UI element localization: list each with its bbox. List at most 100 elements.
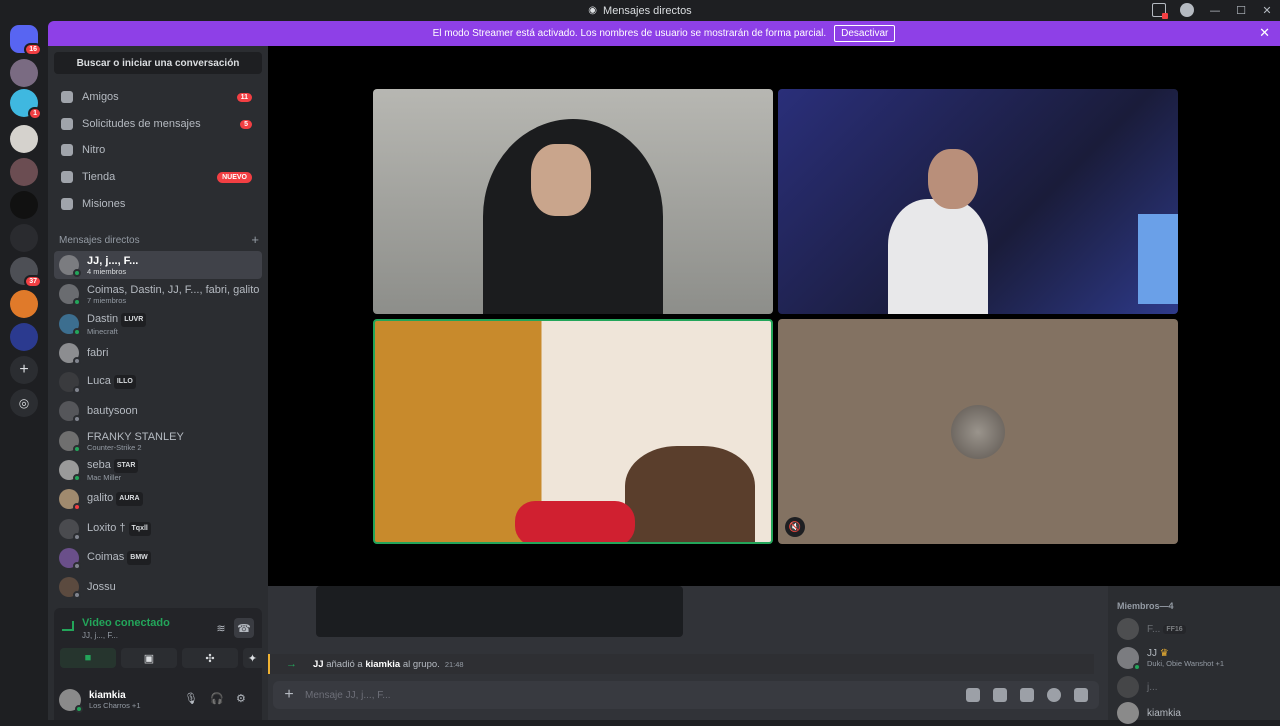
dm-name: Luca xyxy=(87,375,111,387)
dm-item[interactable]: seba STAR Mac Miller xyxy=(54,456,262,484)
minimize-button[interactable]: — xyxy=(1202,4,1228,17)
help-icon[interactable] xyxy=(1180,3,1194,17)
microphone-icon[interactable]: 🎙 xyxy=(184,692,198,705)
soundboard-button[interactable]: ✦ xyxy=(243,648,262,668)
server-icon[interactable] xyxy=(10,59,38,87)
voice-channel-name[interactable]: JJ, j..., F... xyxy=(82,631,118,640)
attach-plus-icon[interactable]: + xyxy=(273,686,305,704)
close-button[interactable]: ✕ xyxy=(1254,4,1280,17)
server-icon[interactable] xyxy=(10,125,38,153)
gif-icon[interactable] xyxy=(993,688,1007,702)
member-item[interactable]: j... xyxy=(1116,674,1276,700)
emoji-icon[interactable] xyxy=(1047,688,1061,702)
nav-shop[interactable]: Tienda NUEVO xyxy=(54,164,262,190)
message-composer[interactable]: + Mensaje JJ, j..., F... xyxy=(273,681,1099,709)
maximize-button[interactable]: ☐ xyxy=(1228,4,1254,17)
status-indicator xyxy=(73,298,81,306)
sticker-icon[interactable] xyxy=(1020,688,1034,702)
avatar xyxy=(59,460,81,482)
avatar xyxy=(59,343,81,365)
avatar xyxy=(59,284,81,306)
gift-icon[interactable] xyxy=(966,688,980,702)
create-dm-icon[interactable]: + xyxy=(251,233,259,246)
member-item[interactable]: F... FF16 xyxy=(1116,616,1276,642)
nav-friends[interactable]: Amigos 11 xyxy=(54,84,262,110)
server-icon[interactable] xyxy=(10,323,38,351)
headphones-icon[interactable]: 🎧 xyxy=(210,692,224,705)
streamer-mode-banner: El modo Streamer está activado. Los nomb… xyxy=(48,21,1280,46)
server-icon[interactable] xyxy=(10,191,38,219)
dm-item[interactable]: Jossu xyxy=(54,573,262,601)
requests-count-badge: 5 xyxy=(240,119,252,129)
video-tile[interactable] xyxy=(373,89,773,314)
avatar xyxy=(59,519,81,541)
dm-name: JJ, j..., F... xyxy=(87,254,139,267)
settings-gear-icon[interactable]: ⚙ xyxy=(236,692,246,705)
dm-item[interactable]: bautysoon xyxy=(54,397,262,425)
home-button[interactable]: 16 xyxy=(10,25,42,56)
video-tile[interactable] xyxy=(778,89,1178,314)
status-indicator xyxy=(73,269,81,277)
video-overlay-preview xyxy=(316,586,683,637)
dm-item[interactable]: Coimas, Dastin, JJ, F..., fabri, galito 7… xyxy=(54,280,262,308)
member-name: F... xyxy=(1147,623,1161,635)
dm-item[interactable]: Loxito † Tqxll xyxy=(54,515,262,543)
video-tile-speaking[interactable] xyxy=(373,319,773,544)
members-header: Miembros—4 xyxy=(1117,601,1174,611)
dm-item[interactable]: galito AURA xyxy=(54,485,262,513)
server-icon[interactable]: 1 xyxy=(10,89,42,120)
server-icon[interactable] xyxy=(10,290,38,318)
clan-tag: ILLO xyxy=(113,375,136,389)
soundboard-icon: ✦ xyxy=(247,652,258,665)
server-icon[interactable] xyxy=(10,158,38,186)
dm-item[interactable]: Coimas BMW xyxy=(54,544,262,572)
disable-streamer-button[interactable]: Desactivar xyxy=(834,25,896,42)
dm-sub: Counter-Strike 2 xyxy=(87,442,142,452)
server-icon[interactable] xyxy=(10,224,38,252)
server-icon[interactable]: 37 xyxy=(10,257,42,288)
noise-suppression-icon[interactable]: ≋ xyxy=(211,618,231,638)
message-target[interactable]: kiamkia xyxy=(365,659,400,670)
username: kiamkia xyxy=(89,690,126,701)
activities-button[interactable]: ✣ xyxy=(182,648,238,668)
dm-item[interactable]: Luca ILLO xyxy=(54,368,262,396)
screen-share-button[interactable]: ▣ xyxy=(121,648,177,668)
dm-name: Coimas xyxy=(87,551,125,563)
disconnect-icon[interactable]: ☎ xyxy=(234,618,254,638)
member-item[interactable]: kiamkia xyxy=(1116,700,1276,726)
members-list: Miembros—4 F... FF16 JJ ♛ Duki, Obie Wansh… xyxy=(1108,586,1280,724)
video-tile[interactable]: 🔇 xyxy=(778,319,1178,544)
video-stage: 🔇 xyxy=(268,46,1280,586)
member-item[interactable]: JJ ♛ Duki, Obie Wanshot +1 xyxy=(1116,645,1276,671)
nav-nitro[interactable]: Nitro xyxy=(54,137,262,163)
dm-sub: 7 miembros xyxy=(87,295,127,305)
dm-item[interactable]: Dastin LUVR Minecraft xyxy=(54,310,262,338)
clan-tag: FF16 xyxy=(1163,624,1186,634)
nav-message-requests[interactable]: Solicitudes de mensajes 5 xyxy=(54,111,262,137)
search-conversation-button[interactable]: Buscar o iniciar una conversación xyxy=(54,52,262,74)
discover-icon[interactable]: ◎ xyxy=(10,389,38,417)
avatar[interactable] xyxy=(59,689,83,713)
clan-tag: LUVR xyxy=(121,312,147,327)
add-server-icon[interactable]: + xyxy=(10,356,38,384)
inbox-icon[interactable] xyxy=(1152,3,1168,19)
nav-quests[interactable]: Misiones xyxy=(54,191,262,217)
clan-tag: BMW xyxy=(127,551,151,565)
dm-item[interactable]: JJ, j..., F... 4 miembros xyxy=(54,251,262,279)
camera-icon: ■ xyxy=(84,652,92,664)
home-badge: 16 xyxy=(24,43,42,56)
monitor-glow xyxy=(1138,214,1178,304)
avatar xyxy=(59,401,81,423)
avatar xyxy=(59,431,81,453)
apps-icon[interactable] xyxy=(1074,688,1088,702)
muted-icon: 🔇 xyxy=(785,517,805,537)
dm-item[interactable]: fabri xyxy=(54,339,262,367)
camera-button[interactable]: ■ xyxy=(60,648,116,668)
member-name: JJ xyxy=(1147,648,1157,659)
dm-item[interactable]: FRANKY STANLEY Counter-Strike 2 xyxy=(54,427,262,455)
message-actor[interactable]: JJ xyxy=(313,659,324,670)
envelope-icon xyxy=(61,118,73,130)
close-icon[interactable]: ✕ xyxy=(1259,25,1270,41)
join-arrow-icon: → xyxy=(286,658,297,670)
member-name: j... xyxy=(1147,681,1158,693)
